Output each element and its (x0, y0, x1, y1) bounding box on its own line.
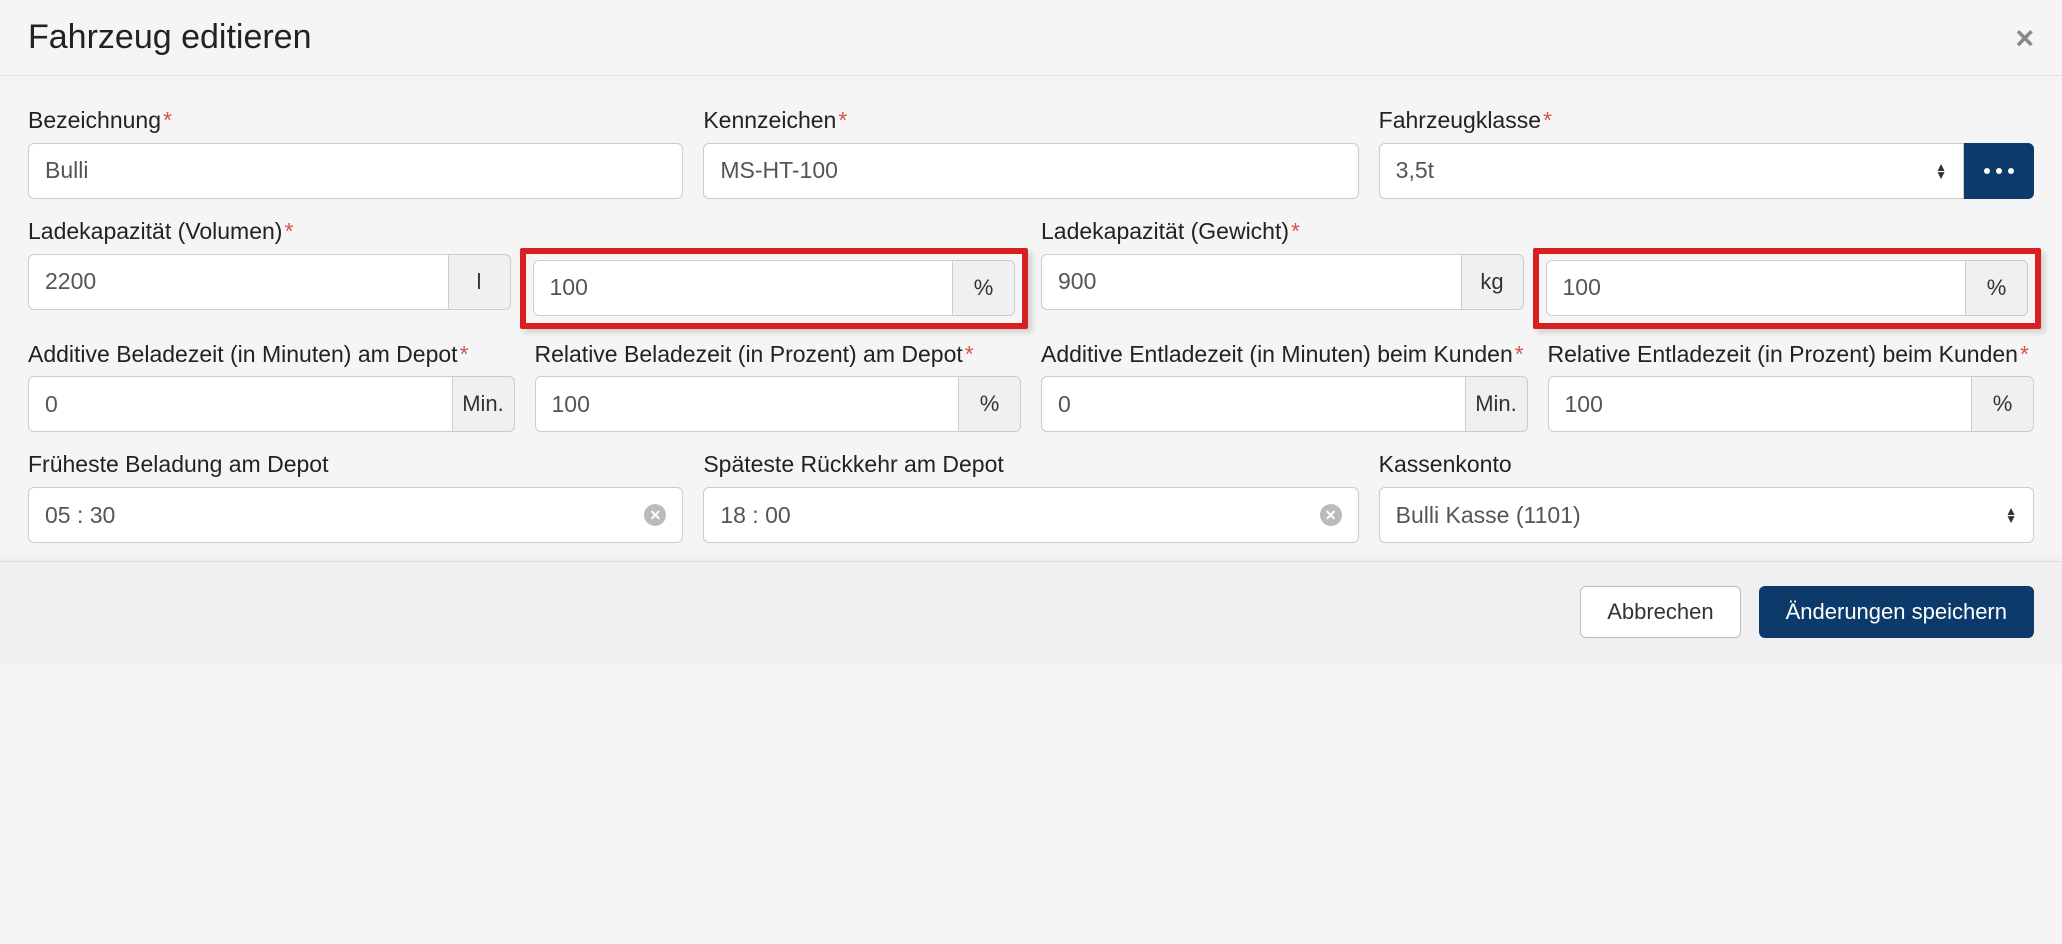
ladekap-volumen-pct-input[interactable]: 100 (533, 260, 954, 316)
close-icon[interactable]: × (2015, 22, 2034, 54)
edit-vehicle-modal: Fahrzeug editieren × Bezeichnung* Bulli … (0, 0, 2062, 664)
fahrzeugklasse-value: 3,5t (1396, 157, 1434, 184)
chevron-sort-icon: ▲▼ (1935, 163, 1947, 179)
spaeteste-rueckkehr-value: 18 : 00 (720, 502, 790, 529)
frueheste-beladung-input[interactable]: 05 : 30 ✕ (28, 487, 683, 543)
ladekap-gewicht-pct-input[interactable]: 100 (1546, 260, 1967, 316)
rel-entladezeit-input[interactable]: 100 (1548, 376, 1973, 432)
spaeteste-rueckkehr-input[interactable]: 18 : 00 ✕ (703, 487, 1358, 543)
unit-percent: % (1972, 376, 2034, 432)
clear-icon[interactable]: ✕ (644, 504, 666, 526)
fahrzeugklasse-more-button[interactable] (1964, 143, 2034, 199)
unit-kg: kg (1462, 254, 1524, 310)
modal-header: Fahrzeug editieren × (0, 0, 2062, 76)
rel-beladezeit-input[interactable]: 100 (535, 376, 960, 432)
save-button[interactable]: Änderungen speichern (1759, 586, 2034, 638)
cancel-button[interactable]: Abbrechen (1580, 586, 1740, 638)
label-ladekap-gewicht: Ladekapazität (Gewicht)* (1041, 217, 2034, 246)
fahrzeugklasse-select[interactable]: 3,5t ▲▼ (1379, 143, 1964, 199)
chevron-sort-icon: ▲▼ (2005, 507, 2017, 523)
label-add-entladezeit: Additive Entladezeit (in Minuten) beim K… (1041, 340, 1528, 369)
kassenkonto-select[interactable]: Bulli Kasse (1101) ▲▼ (1379, 487, 2034, 543)
label-fahrzeugklasse: Fahrzeugklasse* (1379, 106, 2034, 135)
clear-icon[interactable]: ✕ (1320, 504, 1342, 526)
unit-percent: % (959, 376, 1021, 432)
unit-percent: % (1966, 260, 2028, 316)
ladekap-volumen-input[interactable]: 2200 (28, 254, 449, 310)
unit-percent: % (953, 260, 1015, 316)
label-bezeichnung: Bezeichnung* (28, 106, 683, 135)
label-ladekap-volumen: Ladekapazität (Volumen)* (28, 217, 1021, 246)
modal-body: Bezeichnung* Bulli Kennzeichen* MS-HT-10… (0, 76, 2062, 561)
unit-liter: l (449, 254, 511, 310)
label-kennzeichen: Kennzeichen* (703, 106, 1358, 135)
label-frueheste-beladung: Früheste Beladung am Depot (28, 450, 683, 479)
modal-footer: Abbrechen Änderungen speichern (0, 561, 2062, 664)
modal-title: Fahrzeug editieren (28, 18, 312, 57)
label-kassenkonto: Kassenkonto (1379, 450, 2034, 479)
kennzeichen-input[interactable]: MS-HT-100 (703, 143, 1358, 199)
add-entladezeit-input[interactable]: 0 (1041, 376, 1466, 432)
label-rel-entladezeit: Relative Entladezeit (in Prozent) beim K… (1548, 340, 2035, 369)
frueheste-beladung-value: 05 : 30 (45, 502, 115, 529)
label-spaeteste-rueckkehr: Späteste Rückkehr am Depot (703, 450, 1358, 479)
add-beladezeit-input[interactable]: 0 (28, 376, 453, 432)
unit-min: Min. (453, 376, 515, 432)
ladekap-gewicht-input[interactable]: 900 (1041, 254, 1462, 310)
label-add-beladezeit: Additive Beladezeit (in Minuten) am Depo… (28, 340, 515, 369)
label-rel-beladezeit: Relative Beladezeit (in Prozent) am Depo… (535, 340, 1022, 369)
bezeichnung-input[interactable]: Bulli (28, 143, 683, 199)
kassenkonto-value: Bulli Kasse (1101) (1396, 502, 1581, 529)
unit-min: Min. (1466, 376, 1528, 432)
